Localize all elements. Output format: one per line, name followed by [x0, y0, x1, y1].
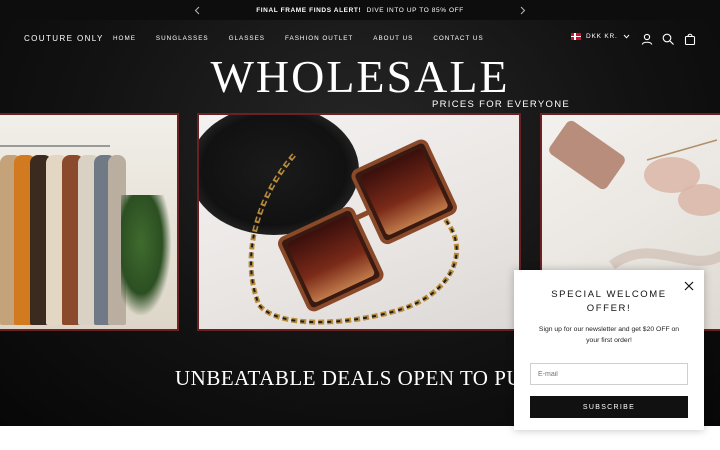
- site-logo[interactable]: COUTURE ONLY: [24, 34, 104, 43]
- announcement-text[interactable]: FINAL FRAME FINDS ALERT! DIVE INTO UP TO…: [256, 7, 464, 14]
- main-nav: HOME SUNGLASSES GLASSES FASHION OUTLET A…: [113, 35, 504, 42]
- hero-headline: WHOLESALE: [210, 51, 510, 102]
- currency-selector[interactable]: DKK KR.: [571, 33, 630, 40]
- clothing-rail: [0, 145, 110, 147]
- chevron-down-icon: [623, 34, 629, 39]
- announcement-bold: FINAL FRAME FINDS ALERT!: [256, 6, 362, 14]
- popup-description: Sign up for our newsletter and get $20 O…: [538, 326, 680, 344]
- nav-glasses[interactable]: GLASSES: [229, 35, 265, 42]
- hero-image-sunglasses: [197, 113, 521, 331]
- search-icon[interactable]: [661, 32, 675, 46]
- nav-fashion-outlet[interactable]: FASHION OUTLET: [285, 35, 353, 42]
- nav-about-us[interactable]: ABOUT US: [373, 35, 413, 42]
- announcement-detail: DIVE INTO UP TO 85% OFF: [366, 6, 464, 14]
- hero-subline: PRICES FOR EVERYONE: [432, 99, 571, 110]
- sunglasses-illustration: [248, 139, 460, 325]
- announcement-bar: FINAL FRAME FINDS ALERT! DIVE INTO UP TO…: [0, 0, 720, 20]
- popup-title: SPECIAL WELCOME OFFER!: [551, 289, 667, 314]
- currency-label: DKK KR.: [586, 33, 618, 40]
- hero-deals-text: UNBEATABLE DEALS OPEN TO PUBL: [175, 366, 550, 390]
- nav-contact-us[interactable]: CONTACT US: [433, 35, 483, 42]
- user-icon[interactable]: [640, 32, 654, 46]
- plant: [121, 195, 171, 315]
- subscribe-button[interactable]: SUBSCRIBE: [530, 396, 688, 418]
- denmark-flag-icon: [571, 33, 581, 40]
- newsletter-popup: SPECIAL WELCOME OFFER! Sign up for our n…: [514, 270, 704, 430]
- shopping-bag-icon[interactable]: [683, 32, 697, 46]
- nav-home[interactable]: HOME: [113, 35, 136, 42]
- nav-sunglasses[interactable]: SUNGLASSES: [156, 35, 209, 42]
- email-field[interactable]: [530, 363, 688, 385]
- chevron-right-icon[interactable]: [516, 3, 530, 17]
- chevron-left-icon[interactable]: [190, 3, 204, 17]
- hero-image-clothing-rack: [0, 113, 179, 331]
